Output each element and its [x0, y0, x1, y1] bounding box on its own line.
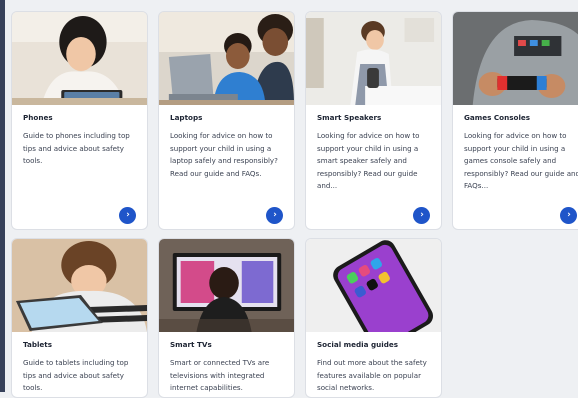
- card-description: Looking for advice on how to support you…: [464, 131, 578, 191]
- card-title: Smart Speakers: [317, 113, 382, 122]
- card-description: Smart or connected TVs are televisions w…: [170, 358, 270, 393]
- left-edge-bar: [0, 0, 5, 392]
- card-image-tablets: [12, 239, 147, 332]
- card-title: Social media guides: [317, 340, 399, 349]
- card-image-laptops: [159, 12, 294, 105]
- card-description: Looking for advice on how to support you…: [170, 131, 278, 178]
- card-title: Laptops: [170, 113, 203, 122]
- open-smart-speakers-button[interactable]: ›: [413, 207, 430, 224]
- card-tablets[interactable]: Tablets Guide to tablets including top t…: [11, 238, 148, 398]
- open-laptops-button[interactable]: ›: [266, 207, 283, 224]
- chevron-right-icon: ›: [567, 210, 571, 220]
- card-social-media-guides[interactable]: Social media guides Find out more about …: [305, 238, 442, 398]
- card-image-games-consoles: [453, 12, 578, 105]
- card-phones[interactable]: Phones Guide to phones including top tip…: [11, 11, 148, 230]
- card-image-smart-speakers: [306, 12, 441, 105]
- card-games-consoles[interactable]: Games Consoles Looking for advice on how…: [452, 11, 578, 230]
- card-smart-tvs[interactable]: Smart TVs Smart or connected TVs are tel…: [158, 238, 295, 398]
- open-games-consoles-button[interactable]: ›: [560, 207, 577, 224]
- card-description: Looking for advice on how to support you…: [317, 131, 420, 191]
- chevron-right-icon: ›: [273, 210, 277, 220]
- card-laptops[interactable]: Laptops Looking for advice on how to sup…: [158, 11, 295, 230]
- card-image-social-media-guides: [306, 239, 441, 332]
- chevron-right-icon: ›: [420, 210, 424, 220]
- card-image-phones: [12, 12, 147, 105]
- card-image-smart-tvs: [159, 239, 294, 332]
- card-title: Games Consoles: [464, 113, 531, 122]
- card-description: Guide to phones including top tips and a…: [23, 131, 130, 166]
- card-title: Phones: [23, 113, 53, 122]
- card-smart-speakers[interactable]: Smart Speakers Looking for advice on how…: [305, 11, 442, 230]
- card-title: Tablets: [23, 340, 53, 349]
- open-phones-button[interactable]: ›: [119, 207, 136, 224]
- card-title: Smart TVs: [170, 340, 212, 349]
- chevron-right-icon: ›: [126, 210, 130, 220]
- card-description: Find out more about the safety features …: [317, 358, 427, 393]
- card-description: Guide to tablets including top tips and …: [23, 358, 129, 393]
- device-guide-grid: Phones Guide to phones including top tip…: [11, 11, 578, 398]
